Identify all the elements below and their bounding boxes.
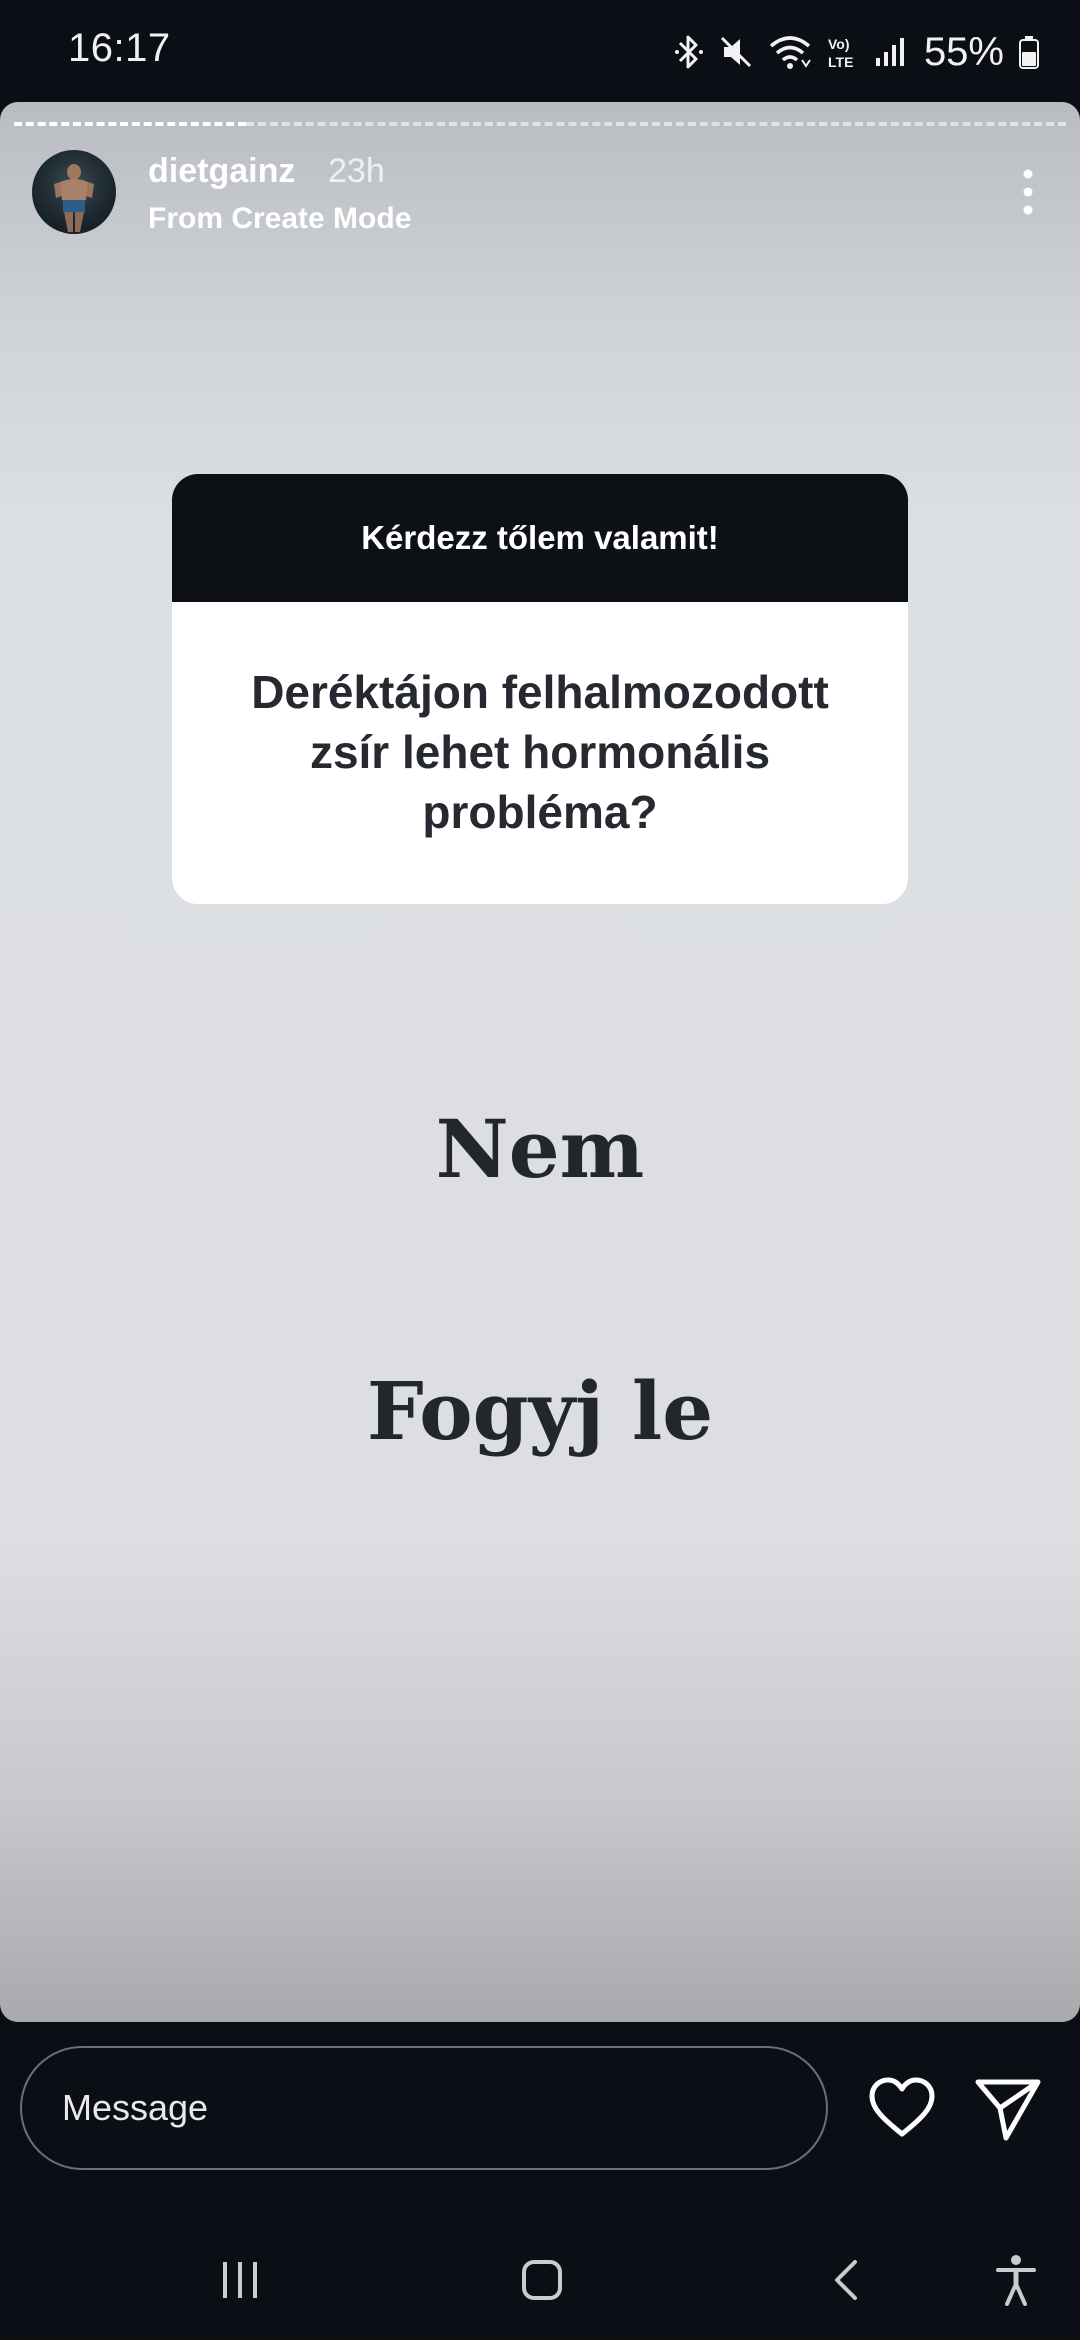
story-username[interactable]: dietgainz [148, 152, 295, 191]
story-progress-segment-remaining [246, 122, 1066, 126]
question-sticker-text: Deréktájon felhalmozodott zsír lehet hor… [251, 666, 829, 838]
accessibility-button[interactable] [976, 2250, 1056, 2310]
story-progress-bar [14, 122, 1066, 126]
status-icons: Vo) LTE 55% [674, 24, 1040, 80]
story-viewer[interactable]: dietgainz 23h From Create Mode Kérdezz t… [0, 102, 1080, 2022]
bluetooth-icon [674, 35, 703, 69]
message-input[interactable] [20, 2046, 828, 2170]
wifi-icon [769, 36, 811, 69]
share-button[interactable] [972, 2072, 1044, 2144]
back-button[interactable] [806, 2250, 886, 2310]
svg-text:LTE: LTE [828, 54, 853, 70]
story-progress-segment-viewed [14, 122, 246, 126]
status-time: 16:17 [68, 26, 171, 70]
more-options-button[interactable] [1016, 164, 1040, 220]
answer-text-line-2: Fogyj le [366, 1364, 714, 1458]
back-icon [835, 2260, 857, 2300]
story-time-ago: 23h [328, 152, 385, 190]
more-vertical-icon [1023, 169, 1033, 215]
answer-text-line-1: Nem [435, 1102, 645, 1196]
recent-apps-button[interactable] [200, 2250, 280, 2310]
svg-text:Vo): Vo) [828, 36, 850, 52]
send-icon [975, 2079, 1041, 2141]
question-sticker-header: Kérdezz tőlem valamit! [172, 474, 908, 602]
home-button[interactable] [502, 2250, 582, 2310]
question-sticker: Kérdezz tőlem valamit! Deréktájon felhal… [172, 474, 908, 904]
recent-apps-icon [223, 2262, 257, 2298]
volte-icon: Vo) LTE [828, 36, 853, 70]
battery-percent: 55% [923, 29, 1004, 74]
story-subtitle[interactable]: From Create Mode [148, 202, 411, 236]
mute-icon [720, 36, 751, 68]
system-navigation-bar [0, 2200, 1080, 2340]
signal-icon [875, 38, 904, 66]
battery-icon [1019, 36, 1039, 69]
home-icon [522, 2260, 562, 2300]
accessibility-icon [996, 2255, 1036, 2306]
status-bar: 16:17 Vo) LTE 55% [0, 0, 1080, 100]
avatar[interactable] [32, 150, 116, 234]
like-button[interactable] [866, 2072, 938, 2144]
heart-icon [869, 2077, 935, 2137]
